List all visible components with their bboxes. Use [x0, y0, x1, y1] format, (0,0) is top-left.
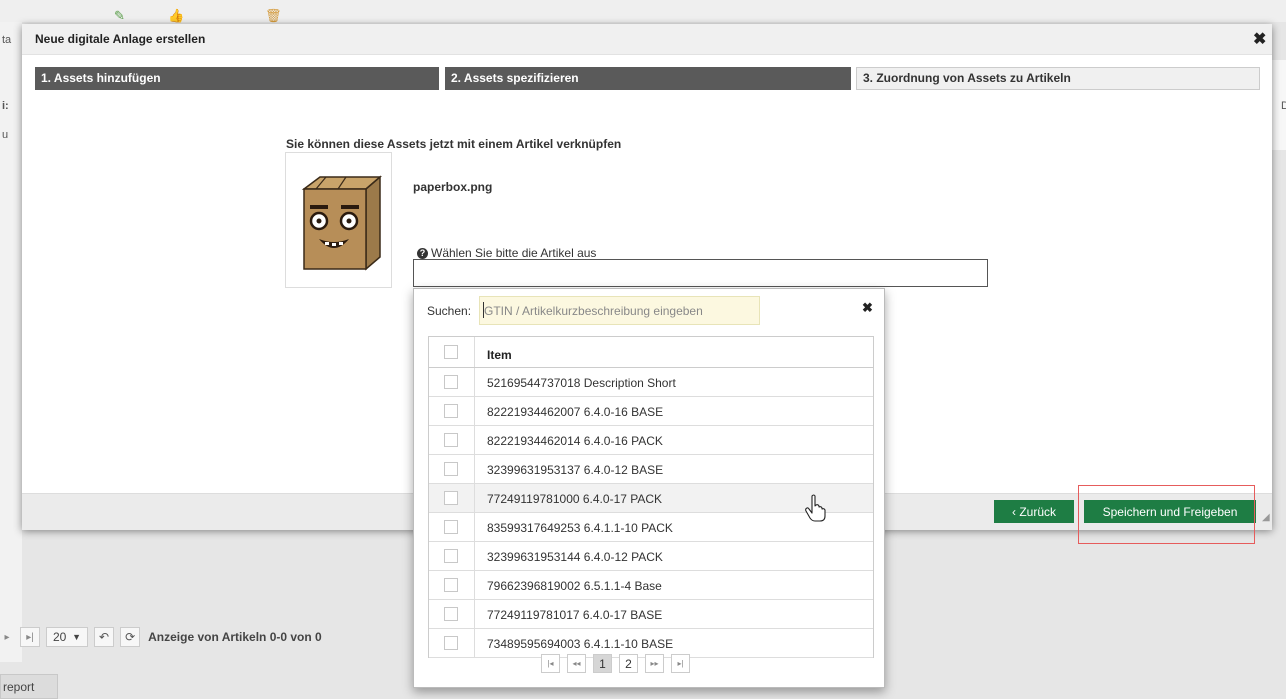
row-checkbox[interactable] [444, 404, 458, 418]
step-specify-assets[interactable]: 2. Assets spezifizieren [445, 67, 851, 90]
column-divider [474, 542, 475, 570]
next-page-icon[interactable]: ▸▸ [645, 654, 664, 673]
background-pager: ▸ ▸| 20 ▼ ↶ ⟳ Anzeige von Artikeln 0-0 v… [0, 626, 322, 648]
pager-status-text: Anzeige von Artikeln 0-0 von 0 [148, 630, 322, 644]
back-button[interactable]: ‹ Zurück [994, 500, 1074, 523]
column-header-item: Item [487, 348, 512, 362]
dropdown-pagination: |◂ ◂◂ 1 2 ▸▸ ▸| [541, 654, 690, 673]
column-divider [474, 337, 475, 367]
save-and-release-button[interactable]: Speichern und Freigeben [1084, 500, 1256, 523]
asset-filename: paperbox.png [413, 180, 493, 194]
background-label: i: [2, 100, 9, 112]
row-checkbox[interactable] [444, 578, 458, 592]
text-cursor [483, 302, 484, 318]
column-divider [474, 484, 475, 512]
table-header: Item [429, 337, 873, 368]
table-row[interactable]: 32399631953144 6.4.0-12 PACK [429, 542, 873, 571]
table-row[interactable]: 77249119781017 6.4.0-17 BASE [429, 600, 873, 629]
asset-thumbnail [285, 152, 392, 288]
hand-cursor-icon [805, 494, 826, 522]
trash-icon[interactable]: 🗑 [265, 8, 282, 24]
item-label: 32399631953144 6.4.0-12 PACK [487, 550, 663, 564]
item-label: 83599317649253 6.4.1.1-10 PACK [487, 521, 673, 535]
page-size-value: 20 [53, 630, 67, 644]
last-page-icon[interactable]: ▸| [671, 654, 690, 673]
prev-page-icon[interactable]: ◂◂ [567, 654, 586, 673]
thumbs-up-icon[interactable]: 👍 [168, 8, 184, 24]
select-all-checkbox[interactable] [444, 345, 458, 359]
row-checkbox[interactable] [444, 375, 458, 389]
last-page-icon[interactable]: ▸| [20, 627, 40, 647]
background-label: D [1281, 100, 1286, 112]
close-icon[interactable]: ✖ [1253, 29, 1266, 49]
step-label: 2. Assets spezifizieren [451, 71, 579, 85]
item-label: 32399631953137 6.4.0-12 BASE [487, 463, 664, 477]
item-label: 79662396819002 6.5.1.1-4 Base [487, 579, 662, 593]
background-toolbar: ✎ 👍 🗑 [0, 0, 1286, 24]
item-label: 82221934462014 6.4.0-16 PACK [487, 434, 663, 448]
item-label: 77249119781000 6.4.0-17 PACK [487, 492, 663, 506]
article-select-label: ? Wählen Sie bitte die Artikel aus [417, 246, 596, 260]
next-page-icon[interactable]: ▸ [0, 627, 14, 647]
column-divider [474, 368, 475, 396]
item-label: 52169544737018 Description Short [487, 376, 676, 390]
page-button-1[interactable]: 1 [593, 654, 612, 673]
column-divider [474, 600, 475, 628]
table-row[interactable]: 52169544737018 Description Short [429, 368, 873, 397]
chevron-down-icon: ▼ [72, 632, 81, 642]
background-label: ta [2, 34, 12, 46]
item-label: 82221934462007 6.4.0-16 BASE [487, 405, 664, 419]
column-divider [474, 426, 475, 454]
article-select-label-text: Wählen Sie bitte die Artikel aus [431, 246, 597, 260]
step-label: 3. Zuordnung von Assets zu Artikeln [863, 71, 1071, 85]
table-row[interactable]: 32399631953137 6.4.0-12 BASE [429, 455, 873, 484]
report-tab[interactable]: report [0, 674, 58, 699]
article-picker-dropdown: Suchen: ✖ Item 52169544737018 Descriptio… [413, 288, 885, 688]
step-label: 1. Assets hinzufügen [41, 71, 161, 85]
row-checkbox[interactable] [444, 462, 458, 476]
paperbox-image [301, 175, 383, 271]
help-icon[interactable]: ? [417, 247, 428, 259]
undo-icon[interactable]: ↶ [94, 627, 115, 647]
column-divider [474, 571, 475, 599]
edit-icon[interactable]: ✎ [114, 8, 125, 24]
column-divider [474, 455, 475, 483]
report-tab-label: report [3, 679, 35, 694]
refresh-icon[interactable]: ⟳ [120, 627, 141, 647]
row-checkbox[interactable] [444, 520, 458, 534]
row-checkbox[interactable] [444, 433, 458, 447]
search-label: Suchen: [427, 304, 472, 318]
row-checkbox[interactable] [444, 491, 458, 505]
table-row[interactable]: 82221934462014 6.4.0-16 PACK [429, 426, 873, 455]
page-size-select[interactable]: 20 ▼ [46, 627, 88, 647]
page-button-2[interactable]: 2 [619, 654, 638, 673]
background-left-panel: ta i: u [0, 22, 22, 662]
step-assign-assets[interactable]: 3. Zuordnung von Assets zu Artikeln [856, 67, 1260, 90]
dialog-title: Neue digitale Anlage erstellen [35, 32, 206, 46]
column-divider [474, 629, 475, 657]
search-input[interactable] [479, 296, 760, 325]
item-label: 73489595694003 6.4.1.1-10 BASE [487, 637, 674, 651]
dialog-header: Neue digitale Anlage erstellen ✖ [22, 24, 1272, 55]
step-add-assets[interactable]: 1. Assets hinzufügen [35, 67, 439, 90]
row-checkbox[interactable] [444, 607, 458, 621]
article-select-input[interactable] [413, 259, 988, 287]
first-page-icon[interactable]: |◂ [541, 654, 560, 673]
item-label: 77249119781017 6.4.0-17 BASE [487, 608, 663, 622]
intro-text: Sie können diese Assets jetzt mit einem … [286, 137, 622, 151]
table-row[interactable]: 82221934462007 6.4.0-16 BASE [429, 397, 873, 426]
row-checkbox[interactable] [444, 549, 458, 563]
background-label: u [2, 129, 9, 141]
resize-grip-icon[interactable]: ◢ [1262, 512, 1270, 523]
close-icon[interactable]: ✖ [862, 300, 873, 316]
column-divider [474, 397, 475, 425]
row-checkbox[interactable] [444, 636, 458, 650]
column-divider [474, 513, 475, 541]
table-row[interactable]: 79662396819002 6.5.1.1-4 Base [429, 571, 873, 600]
